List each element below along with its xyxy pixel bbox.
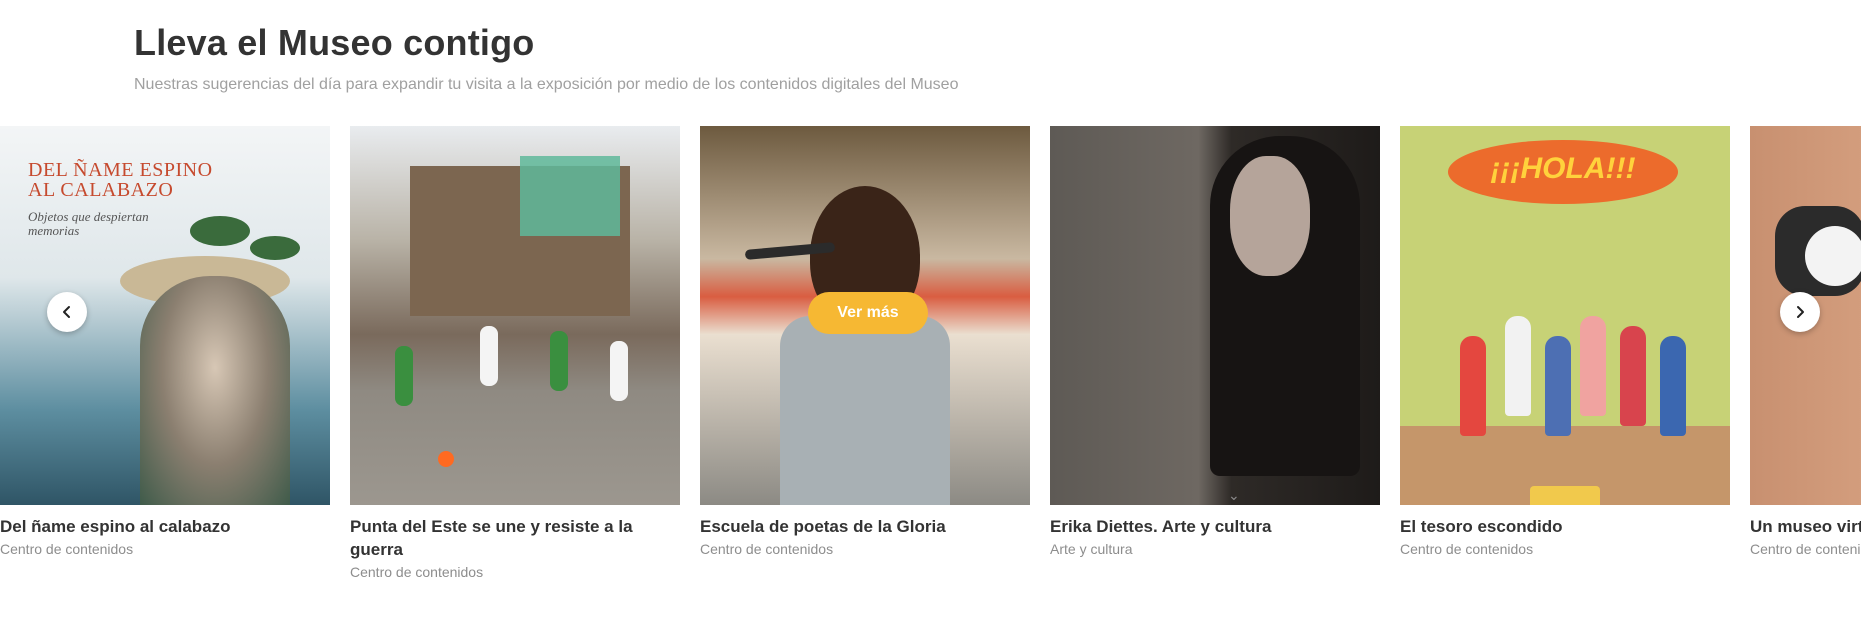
- player-figure: [610, 341, 628, 401]
- card-category: Centro de contenidos: [350, 564, 484, 580]
- section-subtitle: Nuestras sugerencias del día para expand…: [134, 76, 959, 93]
- child-figure: [1620, 326, 1646, 426]
- section-header: Lleva el Museo contigo Nuestras sugerenc…: [134, 22, 958, 94]
- carousel-prev-button[interactable]: [47, 292, 87, 332]
- book-title-line: DEL ÑAME ESPINO: [28, 159, 213, 181]
- player-figure: [480, 326, 498, 386]
- sign-shape: [1530, 486, 1600, 505]
- card-category: Arte y cultura: [1050, 541, 1133, 557]
- card-category: Centro de contenidos: [700, 541, 834, 557]
- player-figure: [395, 346, 413, 406]
- face-shape: [1230, 156, 1310, 276]
- card-title[interactable]: Un museo virtual: [1750, 515, 1861, 538]
- portrait-shape: [140, 276, 290, 505]
- book-subtitle-line: Objetos que despiertan: [28, 209, 149, 224]
- chevron-left-icon: [63, 306, 70, 318]
- section-title: Lleva el Museo contigo: [134, 22, 535, 63]
- child-figure: [1460, 336, 1486, 436]
- card-title[interactable]: Erika Diettes. Arte y cultura: [1050, 515, 1380, 538]
- child-figure: [1660, 336, 1686, 436]
- carousel-card[interactable]: DEL ÑAME ESPINO AL CALABAZO Objetos que …: [0, 126, 330, 557]
- card-image[interactable]: ⌄: [1050, 126, 1380, 505]
- ball-shape: [438, 451, 454, 467]
- content-carousel[interactable]: DEL ÑAME ESPINO AL CALABAZO Objetos que …: [0, 126, 1861, 619]
- card-title[interactable]: Escuela de poetas de la Gloria: [700, 515, 1030, 538]
- hola-text: ¡¡¡HOLA!!!: [1490, 152, 1636, 185]
- carousel-card[interactable]: Un museo virtual Centro de contenidos: [1750, 126, 1861, 557]
- card-image[interactable]: Ver más: [700, 126, 1030, 505]
- book-title-line: AL CALABAZO: [28, 179, 174, 201]
- card-title[interactable]: El tesoro escondido: [1400, 515, 1730, 538]
- vr-lens-shape: [1805, 226, 1861, 286]
- palm-leaf: [190, 216, 250, 246]
- card-image[interactable]: [350, 126, 680, 505]
- ver-mas-button[interactable]: Ver más: [808, 292, 928, 334]
- child-figure: [1505, 316, 1531, 416]
- card-title[interactable]: Punta del Este se une y resiste a la gue…: [350, 515, 680, 561]
- tarp-shape: [520, 156, 620, 236]
- child-figure: [1580, 316, 1606, 416]
- player-figure: [550, 331, 568, 391]
- book-subtitle-text: Objetos que despiertan memorias: [28, 210, 149, 238]
- card-category: Centro de contenidos: [1750, 541, 1861, 557]
- palm-leaf: [250, 236, 300, 260]
- book-title-text: DEL ÑAME ESPINO AL CALABAZO: [28, 160, 213, 200]
- carousel-card[interactable]: ¡¡¡HOLA!!! El tesoro escondido Centro de…: [1400, 126, 1730, 557]
- card-title[interactable]: Del ñame espino al calabazo: [0, 515, 330, 538]
- carousel-next-button[interactable]: [1780, 292, 1820, 332]
- chevron-down-icon: ⌄: [1228, 487, 1240, 503]
- card-category: Centro de contenidos: [1400, 541, 1534, 557]
- book-subtitle-line: memorias: [28, 223, 80, 238]
- carousel-card[interactable]: Punta del Este se une y resiste a la gue…: [350, 126, 680, 580]
- child-figure: [1545, 336, 1571, 436]
- carousel-card[interactable]: ⌄ Erika Diettes. Arte y cultura Arte y c…: [1050, 126, 1380, 557]
- chevron-right-icon: [1797, 306, 1804, 318]
- card-category: Centro de contenidos: [0, 541, 134, 557]
- carousel-card[interactable]: Ver más Escuela de poetas de la Gloria C…: [700, 126, 1030, 557]
- card-image[interactable]: ¡¡¡HOLA!!!: [1400, 126, 1730, 505]
- body-shape: [780, 316, 950, 505]
